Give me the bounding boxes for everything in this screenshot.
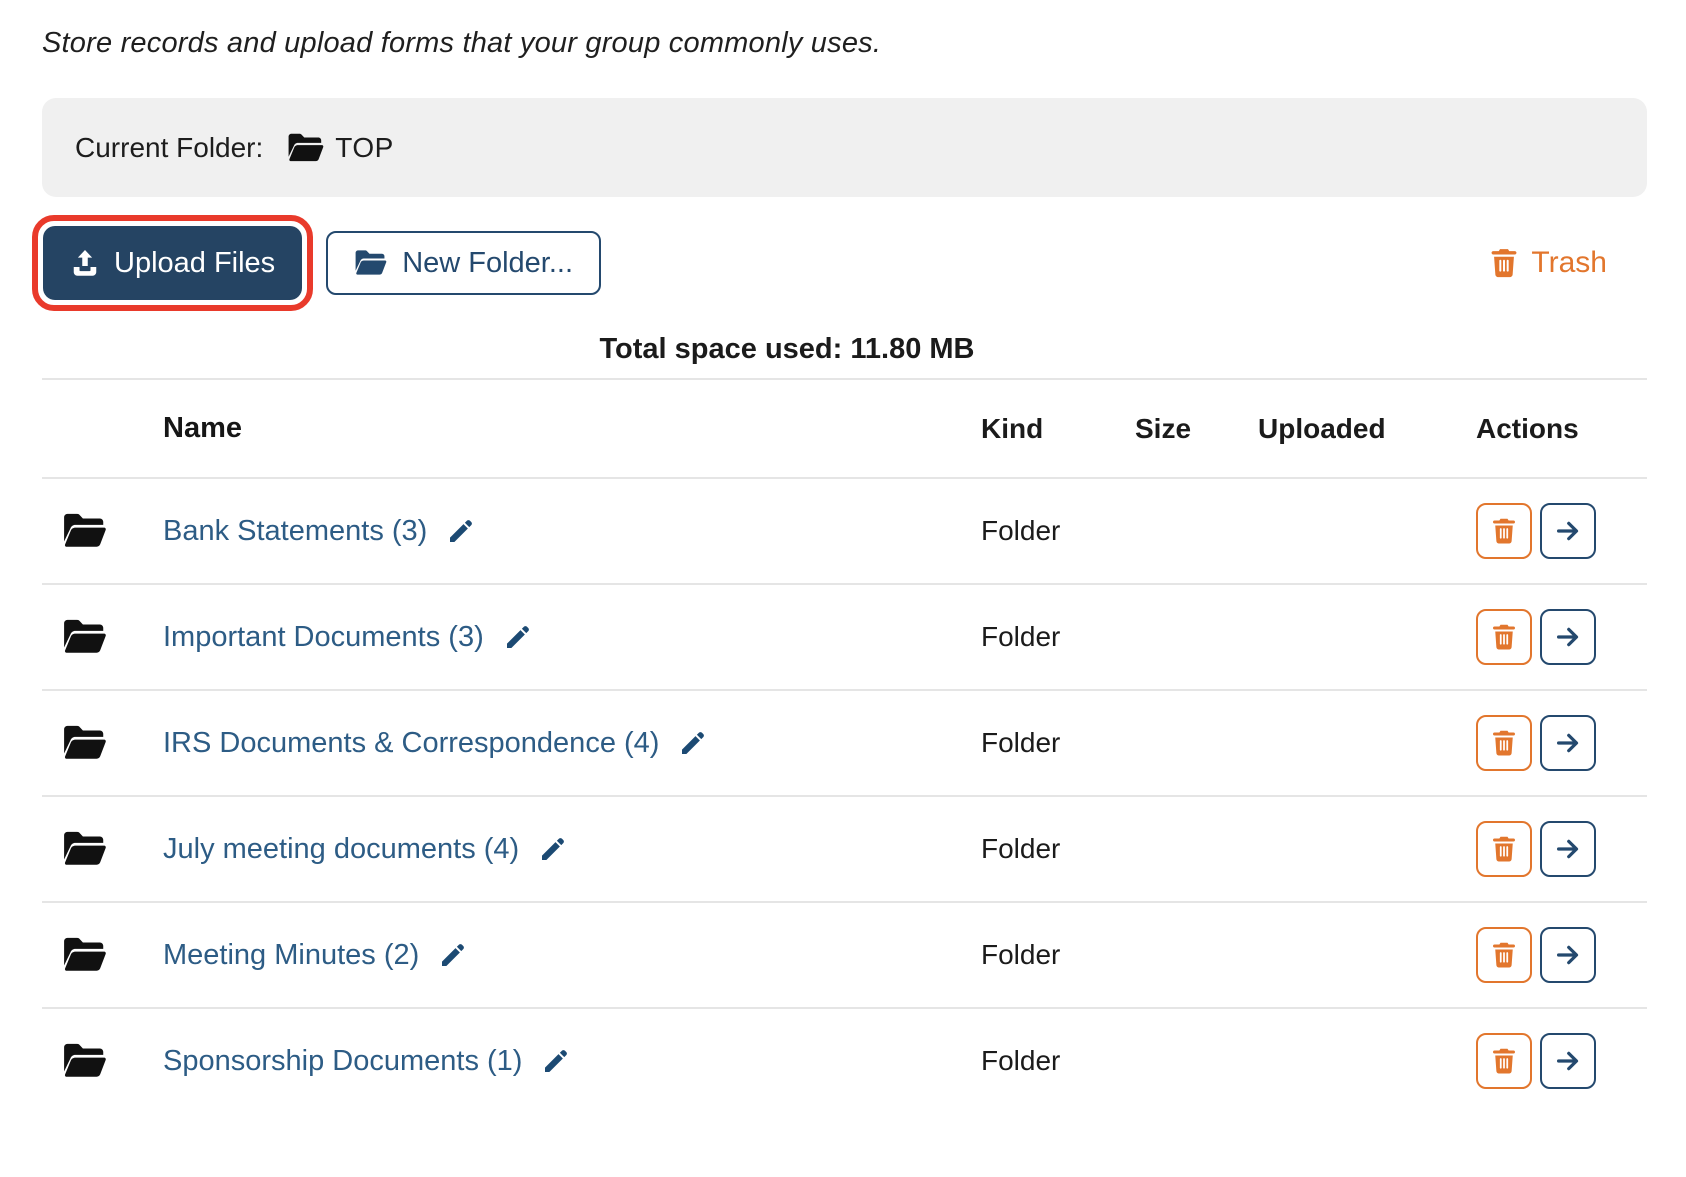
edit-pencil-icon[interactable] [678,728,708,758]
open-folder-icon [354,249,388,277]
open-folder-icon [287,132,325,164]
open-folder-button[interactable] [1540,821,1596,877]
folder-name-link[interactable]: IRS Documents & Correspondence (4) [163,727,659,760]
edit-pencil-icon[interactable] [538,834,568,864]
edit-pencil-icon[interactable] [446,516,476,546]
folder-name-link[interactable]: Important Documents (3) [163,621,484,654]
folder-icon [62,618,108,656]
header-uploaded: Uploaded [1258,412,1386,444]
delete-folder-button[interactable] [1476,715,1532,771]
edit-pencil-icon[interactable] [503,622,533,652]
folder-name-link[interactable]: Sponsorship Documents (1) [163,1045,522,1078]
table-row: Important Documents (3) Folder [42,583,1647,689]
folder-icon [62,936,108,974]
file-manager-page: Store records and upload forms that your… [0,27,1686,1113]
folder-name-link[interactable]: July meeting documents (4) [163,833,519,866]
delete-folder-button[interactable] [1476,821,1532,877]
kind-cell: Folder [981,833,1061,864]
header-kind: Kind [981,412,1044,444]
folder-icon [62,1042,108,1080]
folder-name-link[interactable]: Meeting Minutes (2) [163,939,419,972]
folder-icon [62,724,108,762]
trash-link[interactable]: Trash [1487,246,1607,280]
kind-cell: Folder [981,515,1061,546]
upload-icon [70,248,100,278]
table-header-row: Name Kind Size Uploaded Actions [42,378,1647,477]
table-row: IRS Documents & Correspondence (4) Folde… [42,689,1647,795]
edit-pencil-icon[interactable] [438,940,468,970]
intro-text: Store records and upload forms that your… [42,27,882,59]
folder-icon [62,512,108,550]
trash-icon [1487,246,1521,280]
delete-folder-button[interactable] [1476,503,1532,559]
header-name: Name [163,412,242,444]
delete-folder-button[interactable] [1476,609,1532,665]
edit-pencil-icon[interactable] [541,1046,571,1076]
kind-cell: Folder [981,727,1061,758]
toolbar: Upload Files New Folder... Trash [32,215,1647,311]
delete-folder-button[interactable] [1476,927,1532,983]
new-folder-button[interactable]: New Folder... [326,231,602,295]
new-folder-label: New Folder... [402,246,574,279]
header-actions: Actions [1476,412,1579,444]
table-row: Meeting Minutes (2) Folder [42,901,1647,1007]
current-folder-name: TOP [335,131,394,163]
open-folder-button[interactable] [1540,609,1596,665]
open-folder-button[interactable] [1540,927,1596,983]
trash-label: Trash [1531,246,1607,279]
table-row: July meeting documents (4) Folder [42,795,1647,901]
upload-highlight-ring: Upload Files [32,215,314,311]
table-row: Bank Statements (3) Folder [42,477,1647,583]
folder-name-link[interactable]: Bank Statements (3) [163,515,427,548]
kind-cell: Folder [981,1045,1061,1076]
current-folder-bar: Current Folder: TOP [42,98,1647,197]
kind-cell: Folder [981,939,1061,970]
header-size: Size [1135,412,1192,444]
table-row: Sponsorship Documents (1) Folder [42,1007,1647,1113]
file-table: Name Kind Size Uploaded Actions Bank Sta… [42,378,1647,1113]
delete-folder-button[interactable] [1476,1033,1532,1089]
folder-icon [62,830,108,868]
open-folder-button[interactable] [1540,715,1596,771]
upload-files-label: Upload Files [114,246,276,279]
open-folder-button[interactable] [1540,503,1596,559]
open-folder-button[interactable] [1540,1033,1596,1089]
kind-cell: Folder [981,621,1061,652]
total-space-used: Total space used: 11.80 MB [599,333,975,365]
current-folder-label: Current Folder: [75,131,264,163]
upload-files-button[interactable]: Upload Files [43,226,303,300]
